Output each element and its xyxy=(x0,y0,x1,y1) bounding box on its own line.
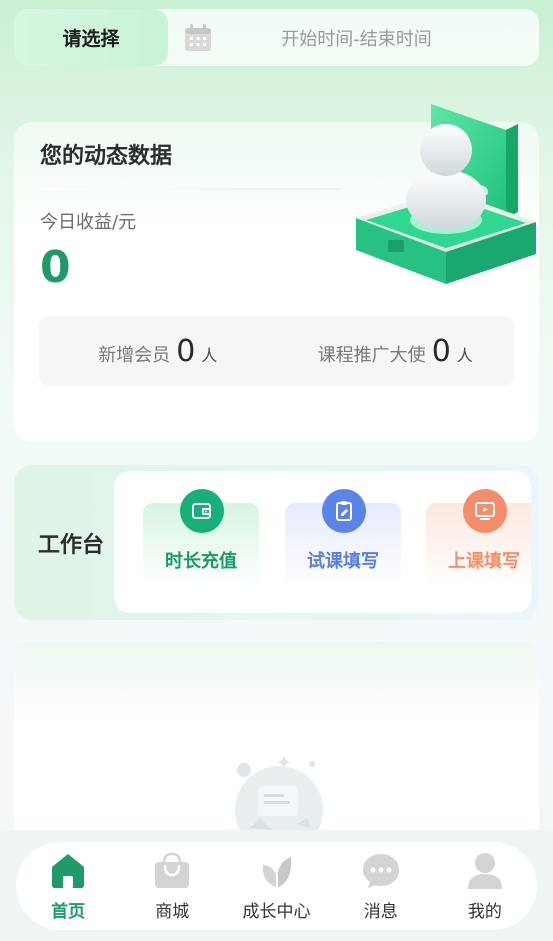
workbench-section: 工作台 时长充值 试课填写 上课填写 xyxy=(14,465,539,620)
calendar-icon[interactable] xyxy=(182,22,214,54)
video-icon xyxy=(463,489,507,533)
home-icon xyxy=(52,853,85,888)
nav-label-messages: 消息 xyxy=(363,901,398,922)
nav-label-home: 首页 xyxy=(51,901,86,922)
recharge-duration-button[interactable]: 时长充值 xyxy=(143,489,259,587)
nav-item-growth-center[interactable]: 成长中心 xyxy=(224,851,328,922)
nav-item-home[interactable]: 首页 xyxy=(16,851,120,922)
nav-label-growth-center: 成长中心 xyxy=(242,901,311,922)
new-members-unit: 人 xyxy=(201,345,218,365)
stats-summary-row: 新增会员 0 人 课程推广大使 0 人 xyxy=(39,316,514,386)
ambassadors-stat[interactable]: 课程推广大使 0 人 xyxy=(277,334,515,369)
card-title: 您的动态数据 xyxy=(40,144,173,169)
date-filter-bar: 请选择 开始时间-结束时间 xyxy=(14,9,539,66)
content-empty-card xyxy=(14,642,539,842)
clipboard-icon xyxy=(322,489,366,533)
nav-label-mine: 我的 xyxy=(467,901,502,922)
empty-state-illustration xyxy=(235,756,323,842)
class-fill-label: 上课填写 xyxy=(448,551,520,572)
ambassadors-label: 课程推广大使 xyxy=(317,344,426,366)
nav-label-mall: 商城 xyxy=(155,901,190,922)
user-platform-illustration xyxy=(356,104,536,284)
user-icon xyxy=(467,852,502,889)
today-income-label: 今日收益/元 xyxy=(40,212,137,233)
nav-item-messages[interactable]: 消息 xyxy=(329,851,433,922)
recharge-duration-label: 时长充值 xyxy=(165,551,237,572)
class-fill-button[interactable]: 上课填写 xyxy=(426,489,531,587)
workbench-panel: 时长充值 试课填写 上课填写 xyxy=(114,471,531,613)
ambassadors-value: 0 xyxy=(431,333,451,369)
chat-icon xyxy=(362,853,399,888)
workbench-title: 工作台 xyxy=(38,533,105,558)
wallet-icon xyxy=(180,489,224,533)
nav-item-mall[interactable]: 商城 xyxy=(120,851,224,922)
ambassadors-unit: 人 xyxy=(456,345,473,365)
trial-class-fill-label: 试课填写 xyxy=(307,551,379,572)
divider xyxy=(40,188,340,190)
date-range-picker[interactable]: 开始时间-结束时间 xyxy=(214,25,539,51)
new-members-value: 0 xyxy=(176,333,196,369)
today-income-value: 0 xyxy=(40,242,71,293)
leaf-icon xyxy=(262,856,291,888)
trial-class-fill-button[interactable]: 试课填写 xyxy=(285,489,401,587)
new-members-label: 新增会员 xyxy=(98,344,171,366)
nav-item-mine[interactable]: 我的 xyxy=(433,851,537,922)
bottom-navigation: 首页 商城 成长中心 消息 我的 xyxy=(16,842,537,930)
shopping-bag-icon xyxy=(155,852,190,888)
new-members-stat[interactable]: 新增会员 0 人 xyxy=(39,334,277,369)
dynamic-data-card: 您的动态数据 今日收益/元 0 新增会员 0 人 课程推广大使 0 人 xyxy=(14,104,539,442)
select-dropdown-button[interactable]: 请选择 xyxy=(14,9,168,66)
